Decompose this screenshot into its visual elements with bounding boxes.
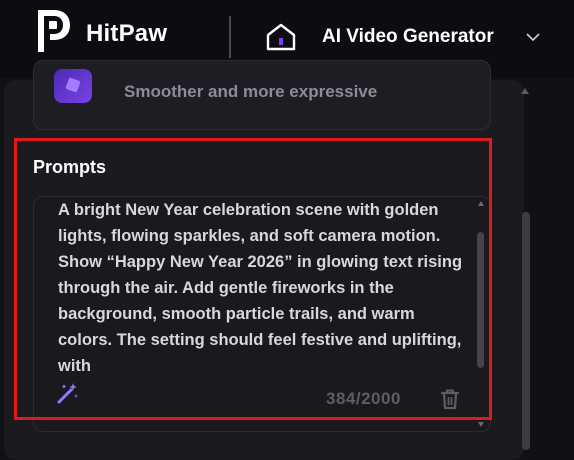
model-card[interactable]: Smoother and more expressive [33,60,491,130]
panel-scrollbar-thumb[interactable] [522,212,530,450]
character-counter: 384/2000 [326,389,401,408]
prompt-scroll-up-arrow[interactable] [478,201,484,206]
prompts-title: Prompts [33,157,107,177]
prompt-scrollbar-thumb[interactable] [477,232,484,368]
chevron-down-icon[interactable] [526,33,540,42]
prompt-textarea[interactable]: A bright New Year celebration scene with… [58,197,470,375]
nav-title-ai-video-generator[interactable]: AI Video Generator [322,26,494,48]
trash-icon[interactable] [440,388,460,410]
home-icon[interactable] [264,22,298,52]
brand-name: HitPaw [86,20,168,47]
model-description: Smoother and more expressive [124,82,378,101]
magic-wand-icon[interactable] [56,381,80,405]
prompt-scroll-down-arrow[interactable] [478,422,484,427]
panel-scroll-up-arrow[interactable] [521,88,529,94]
header-divider [229,16,231,58]
hitpaw-logo-icon [38,10,70,52]
model-thumbnail [54,69,92,103]
